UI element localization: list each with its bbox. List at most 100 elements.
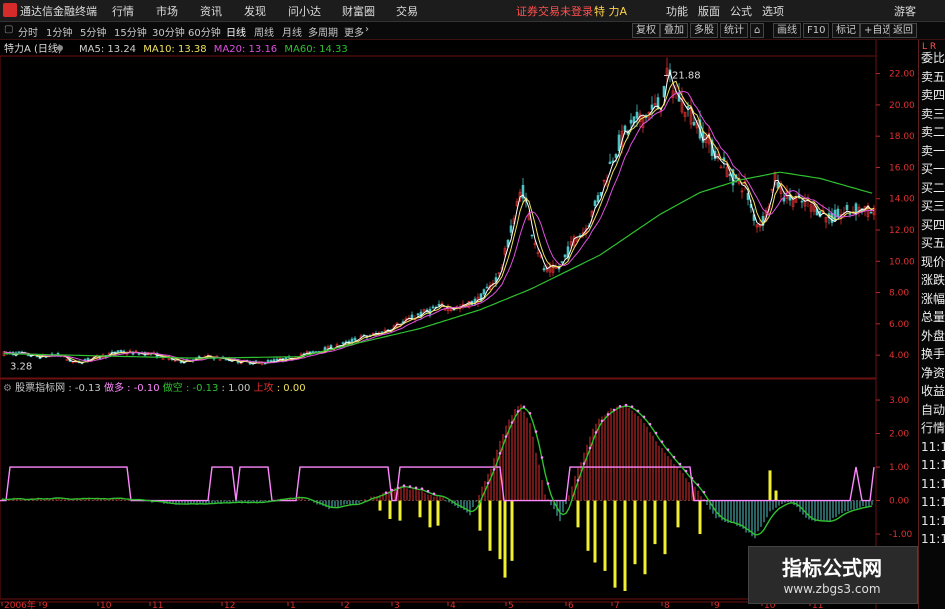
candle-body (560, 261, 564, 263)
draw-line-button[interactable]: 画线 (773, 23, 801, 38)
gear-icon[interactable]: ⚙ (3, 383, 12, 394)
sidebar-item[interactable]: 委比 (921, 50, 945, 66)
period-tab-monthly[interactable]: 月线 (282, 24, 302, 39)
menu-options[interactable]: 选项 (762, 3, 784, 19)
sidebar-item[interactable]: 卖一 (921, 143, 945, 159)
chevron-right-icon[interactable]: › (365, 24, 369, 35)
period-toolbar: ▢ 分时 1分钟 5分钟 15分钟 30分钟 60分钟 日线 周线 月线 多周期… (0, 22, 945, 40)
square-icon[interactable]: ▢ (4, 24, 13, 35)
sidebar-item[interactable]: 11:1 (921, 439, 945, 455)
price-tick-label: 14.00 (889, 195, 915, 205)
date-tick-label: 8 (664, 601, 670, 609)
period-tab-1min[interactable]: 1分钟 (46, 24, 72, 39)
candle-body (509, 225, 513, 233)
candle-body (650, 104, 654, 110)
menu-trade[interactable]: 交易 (396, 3, 418, 19)
sidebar-item[interactable]: 买一 (921, 161, 945, 177)
sidebar-item[interactable]: 11:1 (921, 476, 945, 492)
sidebar-item[interactable]: 卖四 (921, 87, 945, 103)
yellow-bar (586, 500, 590, 551)
period-tab-multi[interactable]: 多周期 (308, 24, 338, 39)
candle-body (437, 303, 441, 307)
sidebar-item[interactable]: 净资 (921, 365, 945, 381)
yellow-bar (428, 500, 432, 528)
menu-formula[interactable]: 公式 (730, 3, 752, 19)
sidebar-item[interactable]: 行情 (921, 420, 945, 436)
sidebar-item[interactable]: 自动 (921, 402, 945, 418)
sidebar-item[interactable]: 11:1 (921, 457, 945, 473)
period-tab-weekly[interactable]: 周线 (254, 24, 274, 39)
candle-body (563, 254, 567, 258)
sidebar-item[interactable]: 卖三 (921, 106, 945, 122)
sidebar-item[interactable]: 总量 (921, 309, 945, 325)
kline-chart[interactable]: 4.006.008.0010.0012.0014.0016.0018.0020.… (0, 40, 945, 609)
menu-market-quotes[interactable]: 行情 (112, 3, 134, 19)
sidebar-item[interactable]: 涨跌 (921, 272, 945, 288)
menu-discover[interactable]: 发现 (244, 3, 266, 19)
yellow-bar (774, 490, 778, 501)
yellow-bar (633, 500, 637, 565)
sidebar-item[interactable]: 买五 (921, 235, 945, 251)
sidebar-item[interactable]: 收益 (921, 383, 945, 399)
menu-news[interactable]: 资讯 (200, 3, 222, 19)
sidebar-item[interactable]: 买四 (921, 217, 945, 233)
pink-dot (666, 448, 670, 451)
sidebar-item[interactable]: 换手 (921, 346, 945, 362)
sidebar-item[interactable]: 买三 (921, 198, 945, 214)
period-tab-15min[interactable]: 15分钟 (114, 24, 147, 39)
pink-dot (390, 488, 394, 492)
ma10-line (3, 80, 875, 364)
pink-dot (600, 419, 604, 423)
lock-icon[interactable]: ⌂ (750, 23, 765, 38)
period-tab-5min[interactable]: 5分钟 (80, 24, 106, 39)
chart-grid (0, 40, 945, 609)
mark-button[interactable]: 标记 (832, 23, 860, 38)
sidebar-item[interactable]: 11:1 (921, 513, 945, 529)
guest-label[interactable]: 游客 (894, 3, 916, 19)
f10-button[interactable]: F10 (803, 23, 830, 38)
yellow-bar (623, 500, 627, 591)
indicator-panel-frame (0, 377, 877, 600)
settings-dot-icon[interactable] (57, 45, 63, 51)
chart-stock-name: 特力A (4, 42, 31, 55)
yellow-bar (593, 500, 597, 563)
yellow-bar (663, 500, 667, 555)
menu-function[interactable]: 功能 (666, 3, 688, 19)
sidebar-item[interactable]: 涨幅 (921, 291, 945, 307)
candle-body (686, 105, 690, 108)
menu-wealth[interactable]: 财富圈 (342, 3, 375, 19)
date-tick-label: 2006年 (4, 599, 36, 609)
back-button[interactable]: 返回 (889, 23, 917, 38)
price-tick-label: 16.00 (889, 163, 915, 173)
menu-layout[interactable]: 版面 (698, 3, 720, 19)
period-tab-60min[interactable]: 60分钟 (188, 24, 221, 39)
sidebar-item[interactable]: 现价 (921, 254, 945, 270)
price-panel-frame (0, 55, 877, 380)
period-tab-more[interactable]: 更多 (344, 24, 364, 39)
sidebar-item[interactable]: 卖二 (921, 124, 945, 140)
period-tab-30min[interactable]: 30分钟 (152, 24, 185, 39)
restore-rights-button[interactable]: 复权 (632, 23, 660, 38)
sidebar-item[interactable]: 买二 (921, 180, 945, 196)
login-alert[interactable]: 证券交易未登录 (516, 3, 593, 19)
pink-dot (534, 430, 538, 433)
period-tab-intraday[interactable]: 分时 (18, 24, 38, 39)
period-tab-daily[interactable]: 日线 (226, 24, 246, 39)
statistics-button[interactable]: 统计 (720, 23, 748, 38)
sidebar-item[interactable]: 卖五 (921, 69, 945, 85)
app-logo-icon (3, 3, 17, 17)
indicator-name[interactable]: 股票指标网 (15, 383, 65, 394)
multi-stock-button[interactable]: 多股 (690, 23, 718, 38)
candle-body (353, 337, 357, 341)
sidebar-item[interactable]: 11:1 (921, 531, 945, 547)
sidebar-item[interactable]: 外盘 (921, 328, 945, 344)
menu-market[interactable]: 市场 (156, 3, 178, 19)
menu-ask[interactable]: 问小达 (288, 3, 321, 19)
yellow-bar (436, 500, 440, 526)
candle-body (845, 205, 849, 211)
high-annotation: 21.88 (672, 71, 701, 82)
pink-dot (660, 440, 664, 443)
candle-body (431, 306, 435, 309)
overlay-button[interactable]: 叠加 (660, 23, 688, 38)
sidebar-item[interactable]: 11:1 (921, 494, 945, 510)
